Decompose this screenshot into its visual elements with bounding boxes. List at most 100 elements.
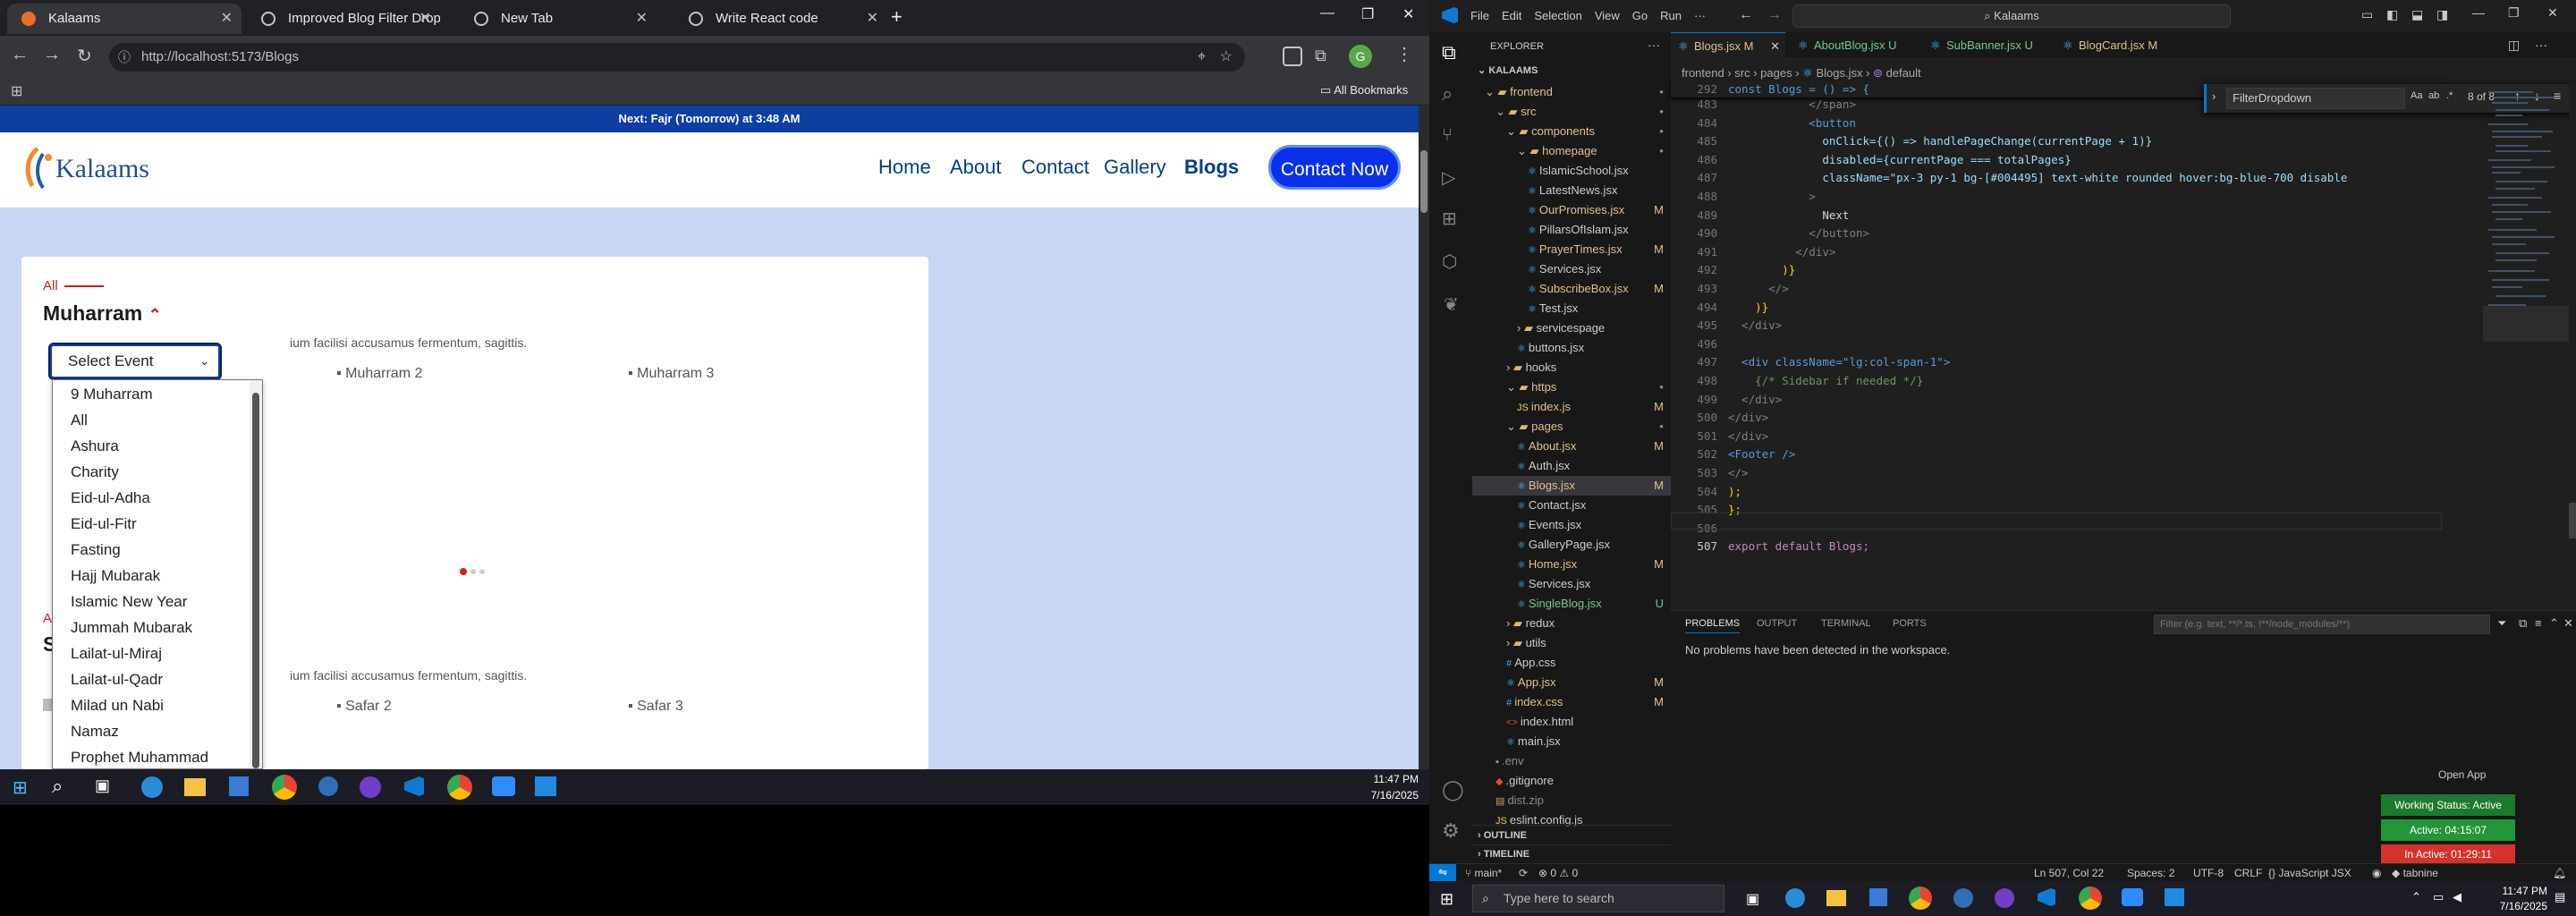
explorer-folder[interactable]: ⌄ ▰ homepage ● [1472,141,1671,161]
page-scrollbar[interactable] [1419,106,1429,769]
problems-filter-input[interactable] [2154,615,2490,634]
github-desktop-icon[interactable] [360,776,381,798]
dropdown-option[interactable]: Eid-ul-Adha [71,489,150,507]
explorer-file[interactable]: ▪ .env [1472,751,1671,771]
source-control-icon[interactable]: ⑂ [1442,125,1453,146]
contact-now-button[interactable]: Contact Now [1268,145,1401,190]
network-icon[interactable]: ▭ [2433,890,2444,904]
event-select[interactable]: Select Event ⌄ [48,343,222,380]
remote-indicator-icon[interactable]: ⇋ [1429,864,1456,881]
reload-icon[interactable]: ↻ [77,45,92,67]
task-view-icon[interactable]: ▣ [1746,890,1759,908]
editor-tab-aboutblog[interactable]: ⚛ AboutBlog.jsx U [1791,32,1912,59]
split-editor-icon[interactable]: ◫ [2508,38,2520,53]
workspace-root[interactable]: ⌄ KALAAMS [1478,64,1538,76]
more-actions-icon[interactable]: ··· [1648,38,1660,52]
carousel-dot[interactable] [479,569,485,574]
close-tab-icon[interactable]: ✕ [221,4,233,34]
maximize-panel-icon[interactable]: ⌃ [2549,616,2559,631]
extension-icon[interactable] [1283,47,1302,66]
editor-tab-subbanner[interactable]: ⚛ SubBanner.jsx U [1923,32,2045,59]
toggle-secondary-icon[interactable]: ◨ [2436,7,2448,22]
more-actions-icon[interactable]: ··· [2535,38,2547,52]
explorer-file[interactable]: ⚛ PillarsOfIslam.jsx [1472,220,1671,240]
app-icon[interactable] [535,776,556,796]
explorer-file[interactable]: ⚛ Services.jsx [1472,574,1671,594]
address-bar[interactable]: ⓘ http://localhost:5173/Blogs ⌖ ☆ [109,43,1245,72]
close-tab-icon[interactable]: ✕ [1770,33,1780,59]
explorer-file[interactable]: <> index.html [1472,712,1671,732]
code-lines[interactable]: 483 </span> 484 <button 485 onClick={() =>… [1671,98,2442,563]
language-mode[interactable]: {} JavaScript JSX [2268,867,2351,879]
explorer-folder[interactable]: › ▰ hooks [1472,358,1671,377]
remote-icon[interactable]: ⬡ [1442,250,1457,273]
menu-item[interactable]: Edit [1502,9,1521,22]
mongodb-leaf-icon[interactable]: ❦ [1444,293,1459,316]
chrome-icon[interactable] [447,775,472,800]
app-icon[interactable] [318,776,338,796]
explorer-folder[interactable]: ⌄ ▰ frontend ● [1472,82,1671,102]
vscode-icon[interactable] [2038,888,2055,906]
menu-item[interactable]: ··· [1694,9,1706,22]
copilot-icon[interactable]: ◉ [2372,867,2381,879]
accounts-icon[interactable]: ◯ [1442,778,1464,802]
dropdown-option[interactable]: Charity [71,463,119,481]
close-tab-icon[interactable]: ✕ [867,4,878,34]
close-window-icon[interactable]: ✕ [1402,5,1414,23]
toggle-sidebar-icon[interactable]: ◧ [2386,7,2398,22]
close-tab-icon[interactable]: ✕ [636,4,648,34]
menu-item[interactable]: Run [1660,9,1682,22]
explorer-file[interactable]: ⚛ OurPromises.jsx M [1472,200,1671,220]
explorer-file[interactable]: ▤ dist.zip [1472,791,1671,810]
line-ending[interactable]: CRLF [2234,867,2262,879]
menu-item[interactable]: Go [1632,9,1648,22]
app-icon[interactable] [2165,888,2184,906]
search-icon[interactable]: ⌕ [1442,82,1453,106]
git-branch[interactable]: ⑂ main* [1465,867,1502,879]
task-view-icon[interactable]: ▣ [95,776,110,795]
open-app-link[interactable]: Open App [2438,768,2486,781]
browser-tab-write-react[interactable]: Write React code ✕ [674,4,887,34]
windows-start-icon[interactable]: ⊞ [1440,890,1453,909]
editor-scrollbar[interactable] [2569,82,2576,610]
minimap[interactable] [2483,82,2569,583]
timeline-section[interactable]: › TIMELINE [1472,844,1671,863]
section-title[interactable]: Muharram ⌃ [43,301,162,326]
taskbar-date[interactable]: 7/16/2025 [1342,789,1419,802]
explorer-icon[interactable]: ⧉ [1442,41,1456,64]
dropdown-option[interactable]: Eid-ul-Fitr [71,515,137,533]
forward-icon[interactable]: → [1767,7,1782,23]
windows-start-icon[interactable]: ⊞ [13,776,28,799]
edge-icon[interactable] [141,776,163,798]
forward-icon[interactable]: → [43,45,61,65]
taskbar-search-box[interactable]: ⌕ Type here to search [1472,885,1724,912]
carousel-dot-active[interactable] [460,568,467,575]
explorer-file[interactable]: ⚛ main.jsx [1472,732,1671,751]
menu-item[interactable]: Selection [1534,9,1581,22]
explorer-file[interactable]: # App.css [1472,653,1671,673]
carousel-dot[interactable] [470,569,476,574]
editor-tab-blogcard[interactable]: ⚛ BlogCard.jsx M [2055,32,2177,59]
app-icon[interactable] [1953,888,1973,908]
encoding[interactable]: UTF-8 [2193,867,2224,879]
sync-icon[interactable]: ⟳ [1519,867,1528,879]
browser-tab-kalaams[interactable]: Kalaams ✕ [7,4,242,34]
problems-counter[interactable]: ⊗ 0 ⚠ 0 [1538,867,1578,879]
bookmark-star-icon[interactable]: ☆ [1220,43,1233,72]
back-icon[interactable]: ← [1739,7,1753,23]
working-status-badge[interactable]: Working Status: Active [2381,794,2515,816]
tabnine-status[interactable]: ◆ tabnine [2392,867,2438,879]
explorer-folder[interactable]: ⌄ ▰ components ● [1472,122,1671,141]
extensions-icon[interactable]: ⊞ [1442,208,1457,230]
browser-tab-blog-filter[interactable]: Improved Blog Filter Dropdown ✕ [247,4,440,34]
explorer-file[interactable]: ⚛ SubscribeBox.jsx M [1472,279,1671,299]
dropdown-scrollbar-thumb[interactable] [252,393,259,768]
cursor-position[interactable]: Ln 507, Col 22 [2034,867,2104,879]
explorer-file[interactable]: ⚛ App.jsx M [1472,673,1671,692]
nav-about[interactable]: About [950,156,1002,179]
whole-word-icon[interactable]: ab [2428,90,2439,101]
explorer-file[interactable]: ⚛ SingleBlog.jsx U [1472,594,1671,614]
search-icon[interactable]: ⌕ [52,775,63,798]
explorer-file[interactable]: ⚛ buttons.jsx [1472,338,1671,358]
dropdown-option[interactable]: Lailat-ul-Qadr [71,671,163,689]
